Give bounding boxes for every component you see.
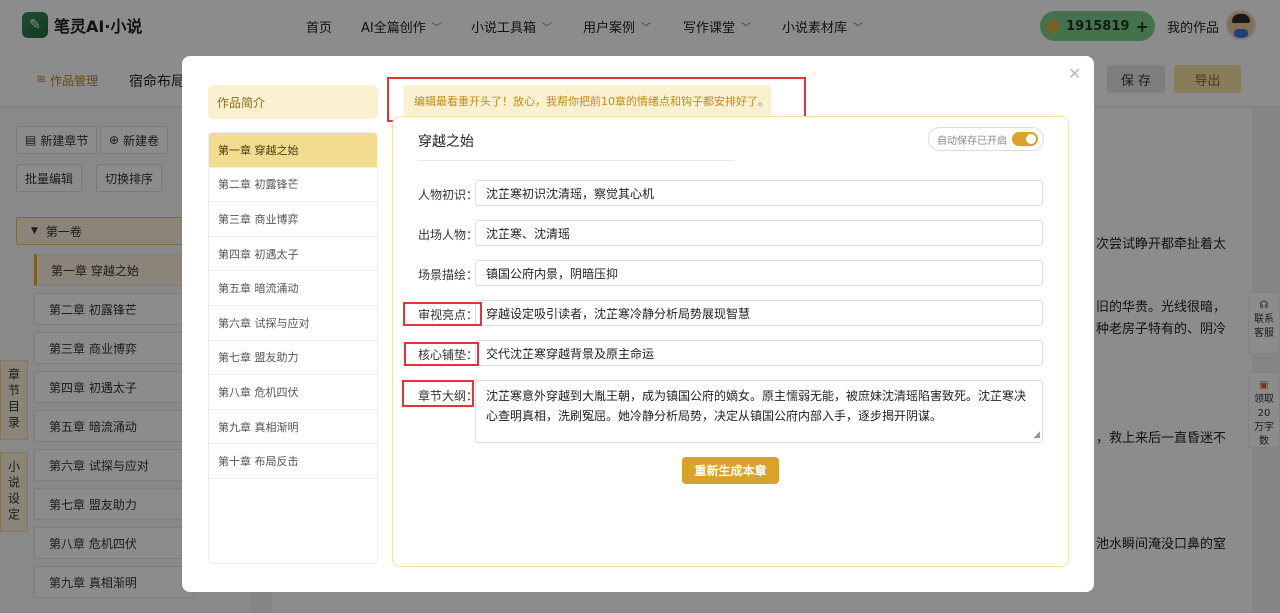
modal-chapter-item[interactable]: 第四章 初遇太子 <box>209 237 377 272</box>
scene-field[interactable]: 镇国公府内景，阴暗压抑 <box>475 260 1043 286</box>
autosave-toggle[interactable]: 自动保存已开启 <box>928 127 1044 151</box>
title-divider <box>418 160 734 161</box>
modal-chapter-item[interactable]: 第十章 布局反击 <box>209 444 377 479</box>
appearing-label: 出场人物： <box>418 228 479 242</box>
resize-handle-icon[interactable]: ◢ <box>1033 431 1040 440</box>
characters-field[interactable]: 沈芷寒初识沈清瑶，察觉其心机 <box>475 180 1043 206</box>
foreshadow-field[interactable]: 交代沈芷寒穿越背景及原主命运 <box>475 340 1043 366</box>
toggle-switch-icon <box>1012 132 1038 146</box>
chapter-title: 穿越之始 <box>418 134 474 150</box>
modal-chapter-item[interactable]: 第二章 初露锋芒 <box>209 168 377 203</box>
chapter-outline-modal: ✕ 作品简介 第一章 穿越之始 第二章 初露锋芒 第三章 商业博弈 第四章 初遇… <box>182 56 1094 592</box>
close-icon[interactable]: ✕ <box>1068 64 1081 83</box>
modal-chapter-item[interactable]: 第一章 穿越之始 <box>209 133 377 168</box>
modal-chapter-item[interactable]: 第五章 暗流涌动 <box>209 271 377 306</box>
highlight-box <box>402 380 474 407</box>
appearing-field[interactable]: 沈芷寒、沈清瑶 <box>475 220 1043 246</box>
modal-chapter-item[interactable]: 第三章 商业博弈 <box>209 202 377 237</box>
scene-label: 场景描绘： <box>418 268 479 282</box>
highlight-field[interactable]: 穿越设定吸引读者，沈芷寒冷静分析局势展现智慧 <box>475 300 1043 326</box>
outline-textarea[interactable]: 沈芷寒意外穿越到大胤王朝，成为镇国公府的嫡女。原主懦弱无能，被庶妹沈清瑶陷害致死… <box>475 380 1043 443</box>
highlight-box <box>404 342 479 366</box>
modal-chapter-item[interactable]: 第八章 危机四伏 <box>209 375 377 410</box>
highlight-box <box>403 302 482 326</box>
regenerate-button[interactable]: 重新生成本章 <box>682 457 779 484</box>
modal-chapter-list: 第一章 穿越之始 第二章 初露锋芒 第三章 商业博弈 第四章 初遇太子 第五章 … <box>208 132 378 564</box>
tab-work-intro[interactable]: 作品简介 <box>208 85 378 119</box>
chapter-detail-panel: 穿越之始 自动保存已开启 人物初识： 沈芷寒初识沈清瑶，察觉其心机 出场人物： … <box>392 116 1069 567</box>
characters-label: 人物初识： <box>418 188 479 202</box>
modal-chapter-item[interactable]: 第九章 真相渐明 <box>209 410 377 445</box>
modal-chapter-item[interactable]: 第六章 试探与应对 <box>209 306 377 341</box>
modal-chapter-item[interactable]: 第七章 盟友助力 <box>209 341 377 376</box>
